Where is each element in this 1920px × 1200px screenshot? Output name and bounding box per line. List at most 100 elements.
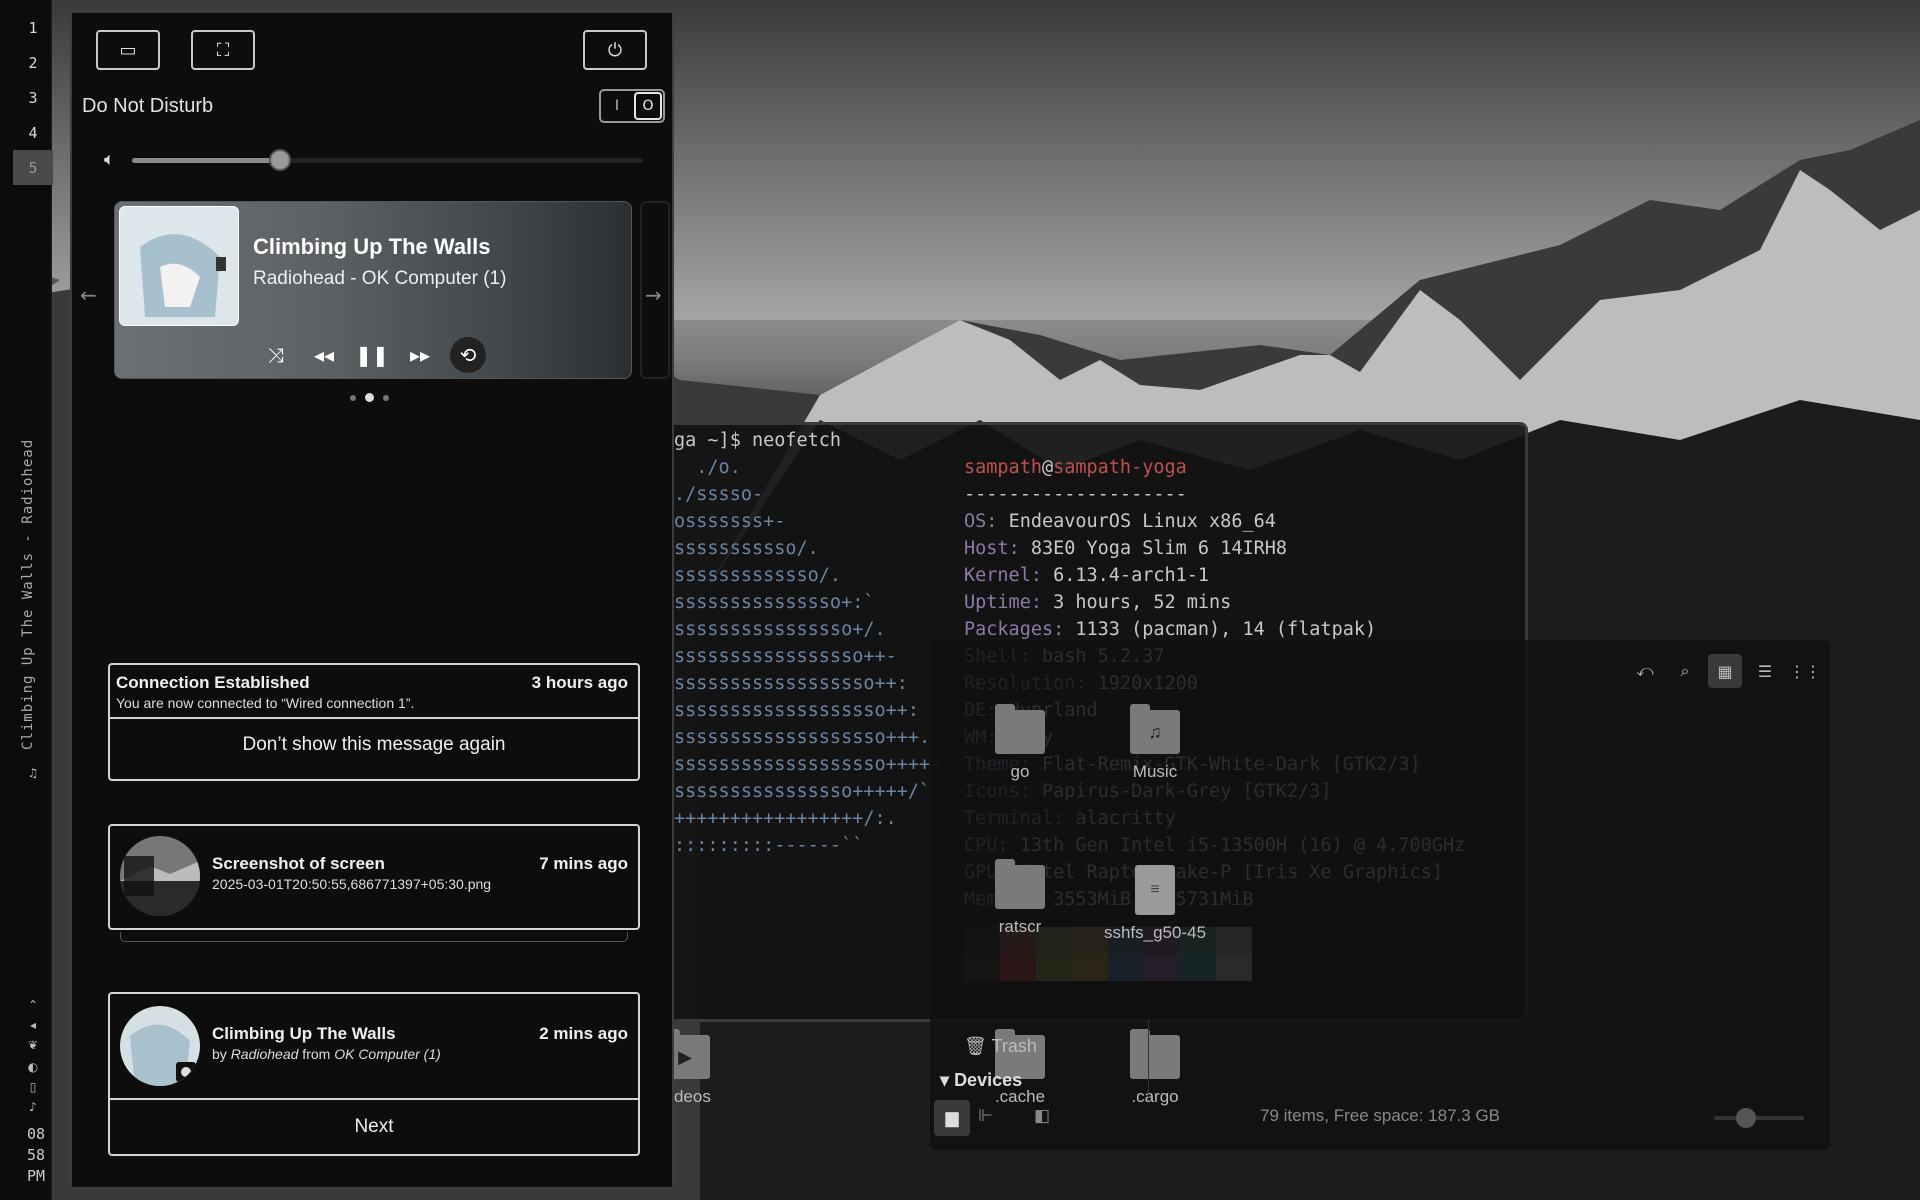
- pager-dot[interactable]: [350, 394, 356, 401]
- volume-icon[interactable]: ◂: [26, 1018, 40, 1032]
- previous-track-icon[interactable]: ◂◂: [309, 340, 339, 370]
- workspace-button[interactable]: 5: [13, 150, 53, 185]
- compact-view-icon[interactable]: ⋮⋮: [1788, 654, 1822, 688]
- folder-icon: ♫: [1130, 704, 1180, 754]
- sidebar-section-devices[interactable]: ▾ Devices: [940, 1070, 1022, 1091]
- volume-slider[interactable]: [132, 149, 643, 171]
- pause-icon[interactable]: ❚❚: [355, 340, 389, 370]
- workspace-button[interactable]: 1: [13, 10, 53, 45]
- sidebar-toggle-icon[interactable]: ◧: [1034, 1106, 1050, 1126]
- thumbnail-image: [120, 1006, 200, 1086]
- workspace-button[interactable]: 3: [13, 80, 53, 115]
- notification-screenshot[interactable]: Screenshot of screen 7 mins ago 2025-03-0…: [108, 824, 640, 930]
- player-pager: [350, 393, 389, 402]
- logo-line: sssssssssssssssso++-: [674, 646, 897, 667]
- zoom-slider-knob[interactable]: [1736, 1108, 1756, 1128]
- folder-panel-icon[interactable]: ▆: [934, 1100, 970, 1136]
- info-value: EndeavourOS Linux x86_64: [1008, 511, 1276, 532]
- power-button[interactable]: ⏻: [583, 30, 647, 70]
- thumbnail-image: [120, 836, 200, 916]
- dont-show-again-button[interactable]: Don’t show this message again: [110, 717, 638, 771]
- info-line: Uptime: 3 hours, 52 mins: [964, 592, 1232, 613]
- file-icon: ≡: [1135, 865, 1175, 915]
- folder-label: Music: [1132, 762, 1178, 781]
- tree-panel-icon[interactable]: ⊩: [978, 1106, 993, 1126]
- battery-icon[interactable]: ▯: [26, 1080, 40, 1094]
- logo-line: :::::::::------``: [674, 835, 864, 856]
- track-title: Climbing Up The Walls: [253, 234, 491, 259]
- status-text: 79 items, Free space: 187.3 GB: [1260, 1106, 1501, 1125]
- folder-icon: [995, 859, 1045, 909]
- music-note-icon[interactable]: ♫: [26, 766, 40, 780]
- next-player-card[interactable]: [640, 201, 670, 379]
- zoom-slider[interactable]: [1714, 1108, 1804, 1128]
- notification-content: Climbing Up The Walls 2 mins ago by Radio…: [206, 994, 638, 1068]
- info-line: Packages: 1133 (pacman), 14 (flatpak): [964, 619, 1377, 640]
- list-view-icon[interactable]: ☰: [1748, 654, 1782, 688]
- pager-dot[interactable]: [383, 394, 389, 401]
- logo-line: sssssssssssssso+:`: [674, 592, 875, 613]
- logo-line: ./o.: [674, 457, 741, 478]
- body-mid: from: [298, 1046, 335, 1062]
- history-icon[interactable]: ⤺: [1628, 654, 1662, 688]
- info-key: Uptime: [964, 592, 1031, 613]
- folder-item[interactable]: go: [950, 704, 1090, 782]
- logo-line: ./sssso-: [674, 484, 764, 505]
- folder-icon: [995, 704, 1045, 754]
- next-track-icon[interactable]: ▸▸: [405, 340, 435, 370]
- folder-item[interactable]: ♫ Music: [1085, 704, 1225, 782]
- volume-knob[interactable]: [269, 149, 292, 171]
- workspace-list: 12345: [0, 0, 53, 185]
- file-manager-window[interactable]: ⤺ ⌕ ▦ ☰ ⋮⋮ go♫Musicratscr≡sshfs_g50-45Sy…: [390, 640, 1830, 1150]
- volume-fill: [132, 158, 281, 163]
- notification-stack-indicator[interactable]: [120, 932, 628, 942]
- sidebar-divider: [1148, 1020, 1149, 1100]
- next-track-button[interactable]: Next: [110, 1098, 638, 1154]
- file-manager-statusbar: ▆ ⊩ ◧ 79 items, Free space: 187.3 GB: [930, 1096, 1830, 1140]
- album-name: OK Computer (1): [334, 1046, 441, 1062]
- chevron-down-icon: ▾: [940, 1070, 950, 1090]
- clock-minute: 58: [26, 1146, 46, 1164]
- info-line: Kernel: 6.13.4-arch1-1: [964, 565, 1210, 586]
- screenshot-button[interactable]: ⛶: [191, 30, 255, 70]
- info-value: 1133 (pacman), 14 (flatpak): [1075, 619, 1377, 640]
- search-icon[interactable]: ⌕: [1668, 654, 1702, 688]
- sidebar-item-trash[interactable]: 🗑︎ Trash: [964, 1036, 1037, 1057]
- bell-icon[interactable]: ♪: [26, 1100, 40, 1114]
- info-value: 83E0 Yoga Slim 6 14IRH8: [1030, 538, 1288, 559]
- active-window-title: Climbing Up The Walls - Radiohead: [20, 438, 36, 750]
- pager-dot-active[interactable]: [365, 393, 374, 402]
- grid-view-icon[interactable]: ▦: [1708, 654, 1742, 688]
- notification-content: Screenshot of screen 7 mins ago 2025-03-0…: [206, 826, 638, 898]
- battery-mode-button[interactable]: ▭: [96, 30, 160, 70]
- clock[interactable]: 08 58 PM: [22, 1124, 50, 1187]
- info-key: Packages: [964, 619, 1054, 640]
- notification-connection[interactable]: Connection Established 3 hours ago You ar…: [108, 663, 640, 781]
- notification-time: 2 mins ago: [539, 1024, 628, 1043]
- folder-item[interactable]: ratscr: [950, 859, 1090, 937]
- control-center-panel: ▭ ⛶ ⏻ Do Not Disturb I O 🔈︎ ← → Climbing…: [70, 11, 674, 1189]
- logo-line: osssssss+-: [674, 511, 786, 532]
- workspace-button[interactable]: 2: [13, 45, 53, 80]
- info-line: OS: EndeavourOS Linux x86_64: [964, 511, 1276, 532]
- user-host: sampath@sampath-yoga: [964, 454, 1187, 481]
- notification-now-playing[interactable]: Climbing Up The Walls 2 mins ago by Radio…: [108, 992, 640, 1156]
- screen-capture-icon: ⛶: [216, 39, 230, 61]
- logo-line: sssssssssssssssssso++++-: [674, 754, 942, 775]
- notification-time: 7 mins ago: [539, 854, 628, 873]
- terminal-prompt: ga ~]$ neofetch: [674, 430, 842, 451]
- leaf-icon[interactable]: ❦: [26, 1038, 40, 1052]
- prev-player-arrow[interactable]: ←: [80, 283, 97, 307]
- chevron-up-icon[interactable]: ⌃: [26, 998, 40, 1012]
- logo-line: sssssssssso/.: [674, 538, 819, 559]
- repeat-icon[interactable]: ⟲: [450, 337, 486, 373]
- media-player-card: Climbing Up The Walls Radiohead - OK Com…: [114, 201, 632, 379]
- shuffle-icon[interactable]: ⤨: [261, 340, 291, 370]
- contrast-icon[interactable]: ◐: [26, 1060, 40, 1074]
- notification-title: Screenshot of screen: [212, 854, 385, 873]
- folder-item[interactable]: ≡ sshfs_g50-45: [1085, 865, 1225, 943]
- logo-line: +++++++++++++++++/:.: [674, 808, 897, 829]
- dnd-toggle[interactable]: I O: [599, 89, 665, 123]
- workspace-button[interactable]: 4: [13, 115, 53, 150]
- info-value: 6.13.4-arch1-1: [1053, 565, 1210, 586]
